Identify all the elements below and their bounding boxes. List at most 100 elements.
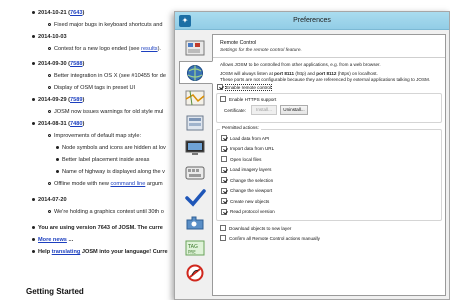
download-new-layer-checkbox[interactable]: Download objects to new layer (220, 225, 291, 231)
permitted-action-checkbox[interactable]: Change the selection (221, 177, 273, 183)
news-text: 2014-07-20 (38, 197, 67, 203)
tab-toolbar[interactable] (179, 36, 211, 59)
bullet-icon (32, 198, 35, 202)
bullet-icon (48, 182, 51, 186)
news-text[interactable]: 2014-09-30 (7588) (38, 61, 84, 67)
tab-validator[interactable] (179, 186, 211, 209)
enable-remote-control-box[interactable] (217, 84, 223, 90)
enable-remote-control-checkbox[interactable]: Enable remote control (217, 83, 273, 91)
permitted-action-box[interactable] (221, 208, 227, 215)
news-text[interactable]: Contest for a new logo ended (see result… (54, 46, 161, 52)
permitted-action-checkbox[interactable]: Load imagery layers (221, 166, 272, 173)
tab-restrictions[interactable] (179, 261, 211, 284)
news-link[interactable]: results (141, 46, 157, 52)
permitted-action-label: Load imagery layers (230, 167, 272, 172)
permitted-action-label: Read protocol version (230, 209, 275, 214)
news-link[interactable]: command line (110, 181, 145, 187)
permitted-action-label: Change the selection (230, 177, 274, 183)
tab-map[interactable] (179, 86, 211, 109)
permitted-action-label: Open local files (230, 156, 262, 162)
plugin-icon (186, 216, 204, 230)
permitted-action-label: Load data from API (230, 135, 270, 141)
news-text[interactable]: More news ... (38, 237, 73, 243)
permitted-action-checkbox[interactable]: Import data from URL (221, 145, 274, 152)
panel-subtitle: Settings for the remote control feature. (220, 48, 302, 53)
bullet-icon (32, 11, 35, 15)
uninstall-certificate-button[interactable]: Uninstall... (280, 105, 308, 115)
permitted-actions-label: Permitted actions: (220, 125, 261, 130)
permitted-action-box[interactable] (221, 187, 227, 194)
permitted-action-checkbox[interactable]: Create new objects (221, 198, 269, 204)
permitted-action-checkbox[interactable]: Open local files (221, 156, 261, 162)
news-link[interactable]: More news (38, 237, 67, 243)
confirm-all-checkbox[interactable]: Confirm all Remote Control actions manua… (220, 235, 320, 241)
tab-remote-control[interactable] (179, 61, 213, 84)
panel-separator (213, 57, 445, 58)
tab-plugins[interactable] (179, 211, 211, 234)
shortcut-icon (185, 166, 205, 180)
news-link[interactable]: 7589 (70, 97, 82, 103)
news-text[interactable]: Help translating JOSM into your language… (38, 249, 168, 255)
enable-remote-control-label: Enable remote control (224, 83, 273, 91)
enable-https-checkbox[interactable]: Enable HTTPS support (220, 96, 276, 102)
permitted-action-box[interactable] (221, 198, 227, 204)
download-new-layer-box[interactable] (220, 225, 226, 231)
bullet-icon (48, 47, 51, 51)
bullet-icon (48, 86, 51, 90)
permitted-action-box[interactable] (221, 145, 227, 152)
bullet-icon (56, 170, 59, 174)
news-text[interactable]: 2014-09-29 (7589) (38, 97, 84, 103)
news-text: Name of highway is displayed along the v (62, 169, 165, 175)
bullet-icon (32, 35, 35, 39)
display-icon (185, 140, 205, 155)
news-link[interactable]: 7643 (70, 10, 82, 16)
permitted-action-checkbox[interactable]: Read protocol version (221, 208, 275, 215)
news-link[interactable]: 7480 (70, 121, 82, 127)
certificate-label: Certificate: (224, 108, 246, 113)
enable-https-box[interactable] (220, 96, 226, 102)
news-text[interactable]: Offline mode with new command line argum (54, 181, 163, 187)
news-text: 2014-10-03 (38, 34, 67, 40)
news-text[interactable]: 2014-10-21 (7643) (38, 10, 84, 16)
confirm-all-label: Confirm all Remote Control actions manua… (229, 235, 320, 241)
preferences-window: ✦ Preferences TAG PRE Remote Control Set… (174, 11, 450, 300)
http-port: port 8111 (274, 71, 295, 76)
permitted-action-box[interactable] (221, 135, 227, 141)
permitted-action-box[interactable] (221, 177, 227, 183)
tab-shortcuts[interactable] (179, 161, 211, 184)
news-text: Fixed major bugs in keyboard shortcuts a… (54, 22, 163, 28)
news-text: Display of OSM tags in preset UI (54, 85, 136, 91)
tab-layers[interactable] (179, 111, 211, 134)
window-title: Preferences (293, 17, 331, 24)
ports-description: JOSM will always listen at port 8111 (ht… (220, 71, 378, 76)
remote-control-panel: Remote Control Settings for the remote c… (212, 34, 446, 296)
bullet-icon (32, 238, 35, 242)
news-link[interactable]: translating (52, 249, 81, 255)
preferences-tab-strip: TAG PRE (179, 34, 213, 296)
ports-note: These ports are not configurable because… (220, 77, 431, 82)
title-bar[interactable]: ✦ Preferences (175, 12, 449, 30)
toolbar-icon (185, 40, 205, 56)
bullet-icon (32, 98, 35, 102)
no-entry-icon (186, 264, 204, 282)
https-port: port 8112 (316, 71, 337, 76)
permitted-action-box[interactable] (221, 166, 227, 173)
news-text[interactable]: 2014-08-31 (7480) (38, 121, 84, 127)
remote-control-icon (187, 65, 203, 81)
permitted-action-checkbox[interactable]: Change the viewport (221, 187, 272, 194)
news-text: Better label placement inside areas (62, 157, 150, 163)
confirm-all-box[interactable] (220, 235, 226, 241)
tab-tags[interactable]: TAG PRE (179, 236, 211, 259)
permitted-action-checkbox[interactable]: Load data from API (221, 135, 269, 141)
map-icon (185, 90, 205, 106)
remote-description: Allows JOSM to be controlled from other … (220, 62, 381, 67)
news-link[interactable]: 7588 (70, 61, 82, 67)
tab-display[interactable] (179, 136, 211, 159)
bullet-icon (32, 250, 35, 254)
permitted-action-box[interactable] (221, 156, 227, 162)
news-text: Better integration in OS X (see #10455 f… (54, 73, 166, 79)
news-text: Node symbols and icons are hidden at lov (62, 145, 166, 151)
getting-started-heading: Getting Started (26, 287, 84, 296)
bullet-icon (48, 74, 51, 78)
install-certificate-button[interactable]: Install... (251, 105, 277, 115)
